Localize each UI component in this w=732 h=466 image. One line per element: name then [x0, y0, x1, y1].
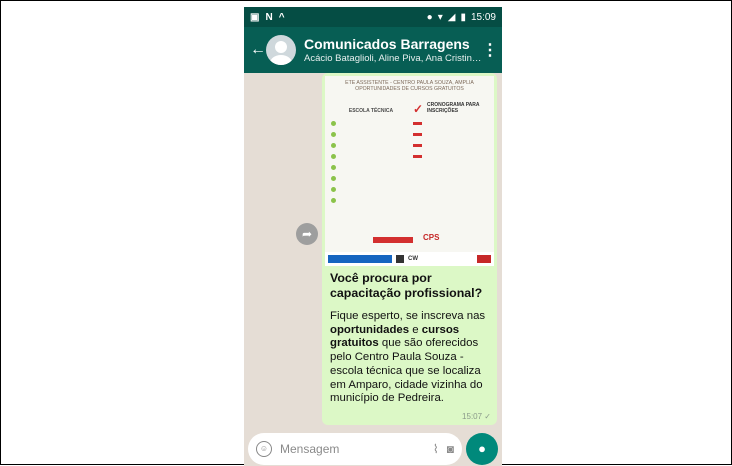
logo-square — [396, 255, 404, 263]
image-left-title: ESCOLA TÉCNICA — [348, 108, 394, 114]
chat-titles[interactable]: Comunicados Barragens Acácio Bataglioli,… — [304, 36, 482, 64]
course-item — [331, 173, 411, 184]
check-dot-icon — [331, 132, 336, 137]
battery-icon: ▮ — [460, 11, 466, 23]
back-arrow-icon[interactable]: ← — [250, 41, 266, 59]
schedule-item — [413, 142, 491, 147]
chat-participants: Acácio Bataglioli, Aline Piva, Ana Crist… — [304, 53, 482, 64]
message-bubble[interactable]: ETE ASSISTENTE - CENTRO PAULA SOUZA, AMP… — [322, 73, 497, 425]
group-avatar[interactable] — [266, 35, 296, 65]
course-item — [331, 151, 411, 162]
mic-icon[interactable]: ● — [466, 432, 498, 465]
check-dot-icon — [331, 121, 336, 126]
schedule-item — [413, 153, 491, 158]
n-icon: N — [265, 11, 273, 23]
course-item — [331, 195, 411, 206]
phone-screen: ▣ N ^ ● ▾ ◢ ▮ 15:09 ← Comunicados Barrag… — [244, 7, 502, 466]
check-dot-icon — [331, 176, 336, 181]
message-body: Fique esperto, se inscreva nas oportunid… — [330, 310, 486, 405]
image-cta-bar — [373, 237, 413, 243]
course-item — [331, 184, 411, 195]
image-right-column: ✓ CRONOGRAMA PARA INSCRIÇÕES — [413, 102, 491, 158]
check-dot-icon — [331, 154, 336, 159]
status-right-icons: ● ▾ ◢ ▮ 15:09 — [427, 12, 496, 23]
schedule-item — [413, 131, 491, 136]
cps-logo: CPS — [423, 233, 440, 242]
wifi-icon: ▾ — [437, 11, 443, 23]
overflow-menu-icon[interactable]: ⋮ — [482, 40, 498, 60]
check-dot-icon — [331, 165, 336, 170]
schedule-item — [413, 120, 491, 125]
course-item — [331, 129, 411, 140]
image-header-text: ETE ASSISTENTE - CENTRO PAULA SOUZA, AMP… — [345, 80, 474, 92]
course-item — [331, 140, 411, 151]
emoji-icon[interactable]: ☺ — [256, 440, 272, 457]
check-dot-icon — [331, 198, 336, 203]
attach-icon[interactable]: ⌇ — [433, 442, 439, 456]
course-item — [331, 162, 411, 173]
cat-icon: ^ — [278, 11, 285, 23]
check-dot-icon — [331, 187, 336, 192]
check-dot-icon — [331, 143, 336, 148]
signal-icon: ◢ — [447, 11, 456, 23]
message-image[interactable]: ETE ASSISTENTE - CENTRO PAULA SOUZA, AMP… — [325, 76, 494, 266]
course-item — [331, 118, 411, 129]
image-right-title: CRONOGRAMA PARA INSCRIÇÕES — [427, 102, 480, 114]
camera-icon[interactable]: ◙ — [447, 442, 454, 456]
logo-government — [477, 255, 491, 263]
message-placeholder[interactable]: Mensagem — [280, 442, 425, 456]
status-left-icons: ▣ N ^ — [250, 12, 285, 23]
screenshot-frame: ▣ N ^ ● ▾ ◢ ▮ 15:09 ← Comunicados Barrag… — [0, 0, 732, 466]
chat-title: Comunicados Barragens — [304, 36, 470, 52]
red-check-icon: ✓ — [413, 102, 424, 116]
forward-icon[interactable]: ➦ — [296, 223, 318, 245]
chat-header: ← Comunicados Barragens Acácio Batagliol… — [244, 27, 502, 73]
message-input[interactable]: ☺ Mensagem ⌇ ◙ — [248, 432, 462, 465]
logo-text: CW — [408, 256, 418, 262]
image-logos-strip: CW — [325, 252, 494, 266]
compose-bar: ☺ Mensagem ⌇ ◙ ● — [244, 431, 502, 466]
message-headline: Você procura por capacitação profissiona… — [330, 271, 483, 300]
image-left-column: ESCOLA TÉCNICA — [331, 108, 411, 206]
status-bar: ▣ N ^ ● ▾ ◢ ▮ 15:09 — [244, 7, 502, 27]
alarm-icon: ● — [426, 11, 433, 23]
status-time: 15:09 — [470, 11, 496, 23]
message-timestamp: 15:07 ✓ — [462, 412, 491, 421]
image-icon: ▣ — [250, 11, 260, 23]
message-caption: Você procura por capacitação profissiona… — [325, 266, 494, 406]
chat-area[interactable]: ➦ ETE ASSISTENTE - CENTRO PAULA SOUZA, A… — [244, 73, 502, 431]
logo-banner — [328, 255, 392, 263]
